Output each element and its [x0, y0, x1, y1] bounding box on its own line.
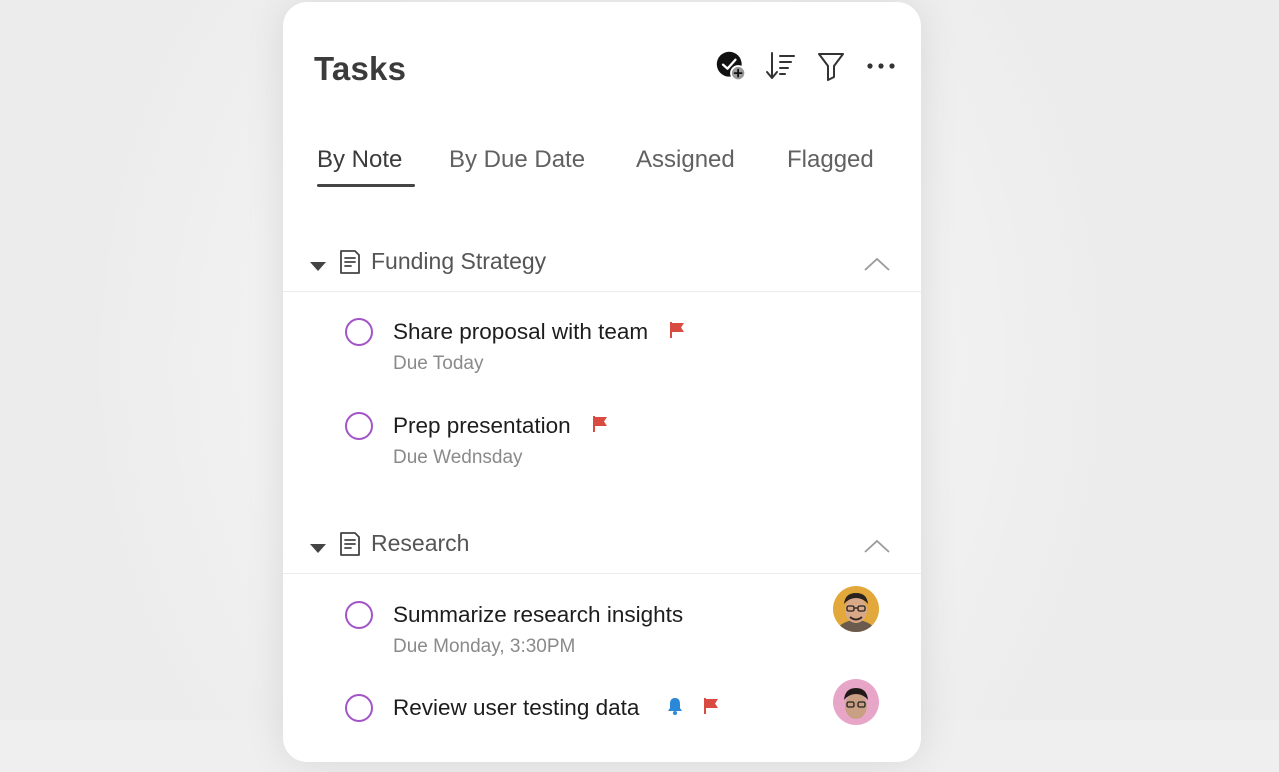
- divider: [283, 573, 921, 574]
- flag-icon[interactable]: [669, 321, 687, 339]
- tasks-panel: Tasks By Note By Due Date Assigned Flagg…: [283, 2, 921, 762]
- task-checkbox[interactable]: [345, 601, 373, 629]
- sort-icon: [766, 52, 795, 79]
- add-task-button[interactable]: [715, 48, 747, 84]
- toolbar: [715, 48, 897, 84]
- task-checkbox[interactable]: [345, 694, 373, 722]
- chevron-up-icon[interactable]: [863, 538, 891, 554]
- page-title: Tasks: [314, 50, 407, 87]
- task-title: Prep presentation: [393, 413, 571, 438]
- tab-by-note[interactable]: By Note: [317, 146, 402, 174]
- section-title: Research: [371, 530, 470, 556]
- tab-flagged[interactable]: Flagged: [787, 146, 874, 174]
- flag-icon[interactable]: [592, 415, 610, 433]
- assignee-avatar[interactable]: [833, 586, 879, 632]
- reminder-bell-icon[interactable]: [667, 697, 683, 715]
- task-due-date: Due Wednsday: [393, 447, 523, 468]
- note-icon: [340, 532, 360, 556]
- active-tab-indicator: [317, 184, 415, 187]
- tab-by-due-date[interactable]: By Due Date: [449, 146, 585, 174]
- more-icon: [867, 63, 895, 69]
- task-item[interactable]: Summarize research insights Due Monday, …: [283, 586, 921, 679]
- section-header-research[interactable]: Research: [283, 514, 921, 574]
- more-button[interactable]: [865, 48, 897, 84]
- section-header-funding-strategy[interactable]: Funding Strategy: [283, 232, 921, 292]
- add-task-icon: [716, 51, 747, 82]
- task-checkbox[interactable]: [345, 412, 373, 440]
- task-due-date: Due Today: [393, 353, 484, 374]
- flag-icon[interactable]: [703, 697, 721, 715]
- chevron-up-icon[interactable]: [863, 256, 891, 272]
- task-item[interactable]: Review user testing data: [283, 679, 921, 772]
- task-item[interactable]: Prep presentation Due Wednsday: [283, 410, 921, 490]
- expand-caret-icon[interactable]: [310, 544, 326, 553]
- sort-button[interactable]: [765, 48, 797, 84]
- task-item[interactable]: Share proposal with team Due Today: [283, 316, 921, 396]
- filter-icon: [818, 53, 844, 81]
- expand-caret-icon[interactable]: [310, 262, 326, 271]
- task-title: Share proposal with team: [393, 319, 649, 344]
- tab-assigned[interactable]: Assigned: [636, 146, 735, 174]
- tab-bar: By Note By Due Date Assigned Flagged: [317, 146, 897, 192]
- section-title: Funding Strategy: [371, 248, 547, 274]
- task-title: Review user testing data: [393, 695, 640, 720]
- note-icon: [340, 250, 360, 274]
- task-checkbox[interactable]: [345, 318, 373, 346]
- filter-button[interactable]: [815, 48, 847, 84]
- assignee-avatar[interactable]: [833, 679, 879, 725]
- task-title: Summarize research insights: [393, 602, 684, 627]
- divider: [283, 291, 921, 292]
- task-due-date: Due Monday, 3:30PM: [393, 636, 576, 657]
